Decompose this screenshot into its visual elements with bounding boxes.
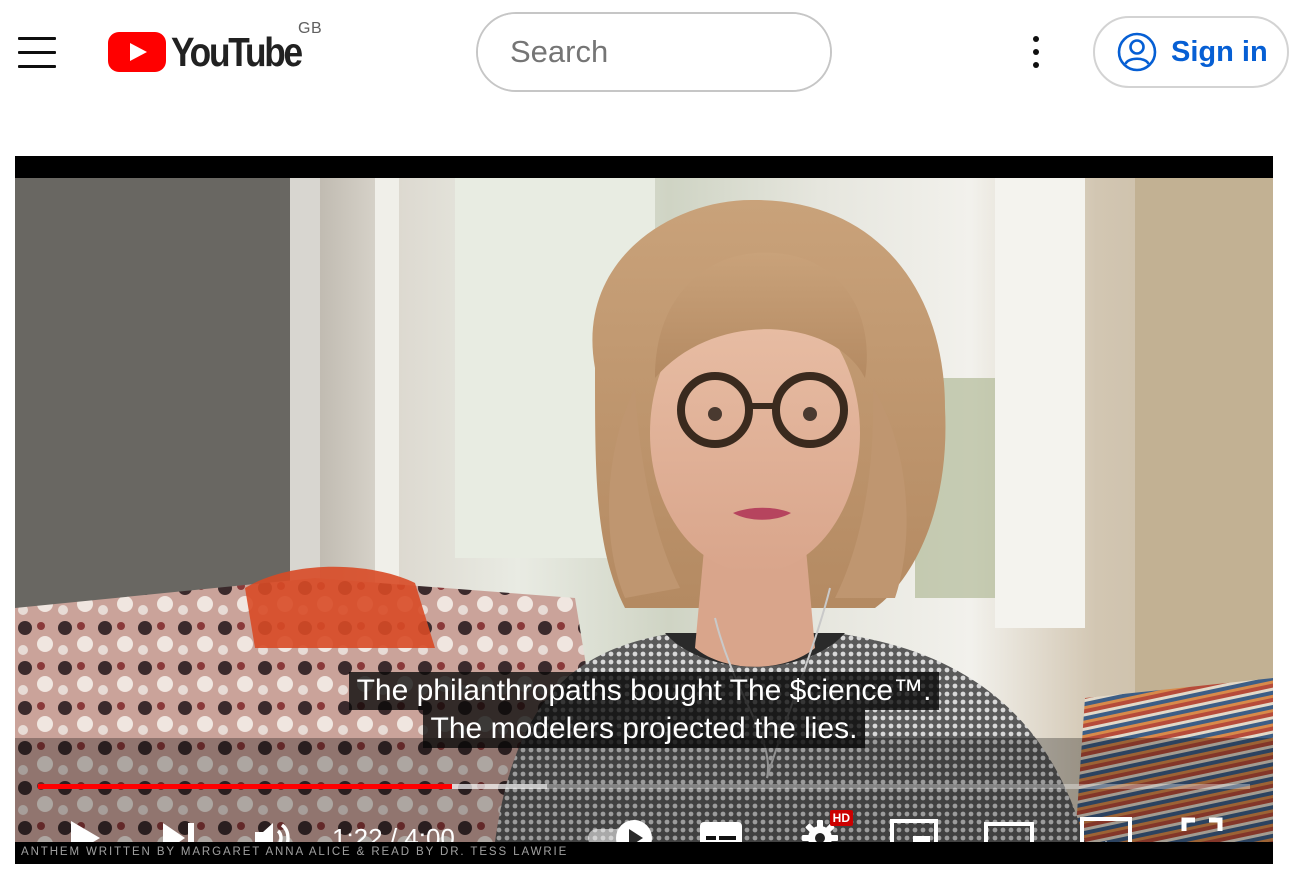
miniplayer-button[interactable] [887, 808, 941, 842]
next-icon [163, 823, 194, 842]
settings-button[interactable]: HD [795, 808, 853, 842]
play-button[interactable] [63, 808, 107, 842]
volume-button[interactable] [249, 808, 299, 842]
country-code: GB [298, 20, 323, 37]
hamburger-menu-icon[interactable] [14, 30, 62, 74]
progress-bar[interactable] [38, 784, 1250, 789]
fullscreen-button[interactable] [1177, 808, 1227, 842]
subtitles-icon [700, 822, 742, 842]
video-credit-text: ANTHEM WRITTEN BY MARGARET ANNA ALICE & … [21, 846, 569, 858]
next-button[interactable] [157, 808, 201, 842]
youtube-logo[interactable]: YouTube GB [108, 20, 338, 80]
fullscreen-icon [1181, 817, 1223, 831]
time-display: 1:22 / 4:00 [332, 822, 455, 843]
account-circle-icon [1117, 32, 1157, 72]
video-frame[interactable]: The philanthropaths bought The $cience™.… [15, 178, 1273, 842]
caption-line: The modelers projected the lies. [422, 710, 866, 748]
caption-line: The philanthropaths bought The $cience™. [348, 672, 940, 710]
video-player[interactable]: The philanthropaths bought The $cience™.… [15, 156, 1273, 864]
autoplay-toggle[interactable] [585, 808, 657, 842]
captions-overlay: The philanthropaths bought The $cience™.… [15, 672, 1273, 748]
search-input[interactable] [478, 14, 830, 90]
volume-icon [255, 823, 290, 842]
airplay-icon [1080, 817, 1132, 842]
miniplayer-icon [890, 819, 938, 842]
subtitles-button[interactable] [695, 808, 747, 842]
play-icon [71, 821, 100, 842]
airplay-button[interactable] [1077, 808, 1135, 842]
theater-mode-button[interactable] [981, 808, 1037, 842]
search-box [476, 12, 832, 92]
sign-in-button[interactable]: Sign in [1093, 16, 1289, 88]
sign-in-label: Sign in [1171, 35, 1268, 68]
youtube-play-logo-icon [108, 32, 166, 72]
autoplay-toggle-icon [588, 820, 652, 842]
progress-played [38, 784, 453, 789]
kebab-menu-icon[interactable] [1018, 28, 1054, 76]
logo-wordmark: YouTube [171, 28, 303, 75]
theater-mode-icon [984, 822, 1034, 842]
player-controls: 1:22 / 4:00 HD [15, 808, 1273, 842]
masthead: YouTube GB Sign in [0, 0, 1296, 104]
hd-badge: HD [829, 810, 853, 826]
